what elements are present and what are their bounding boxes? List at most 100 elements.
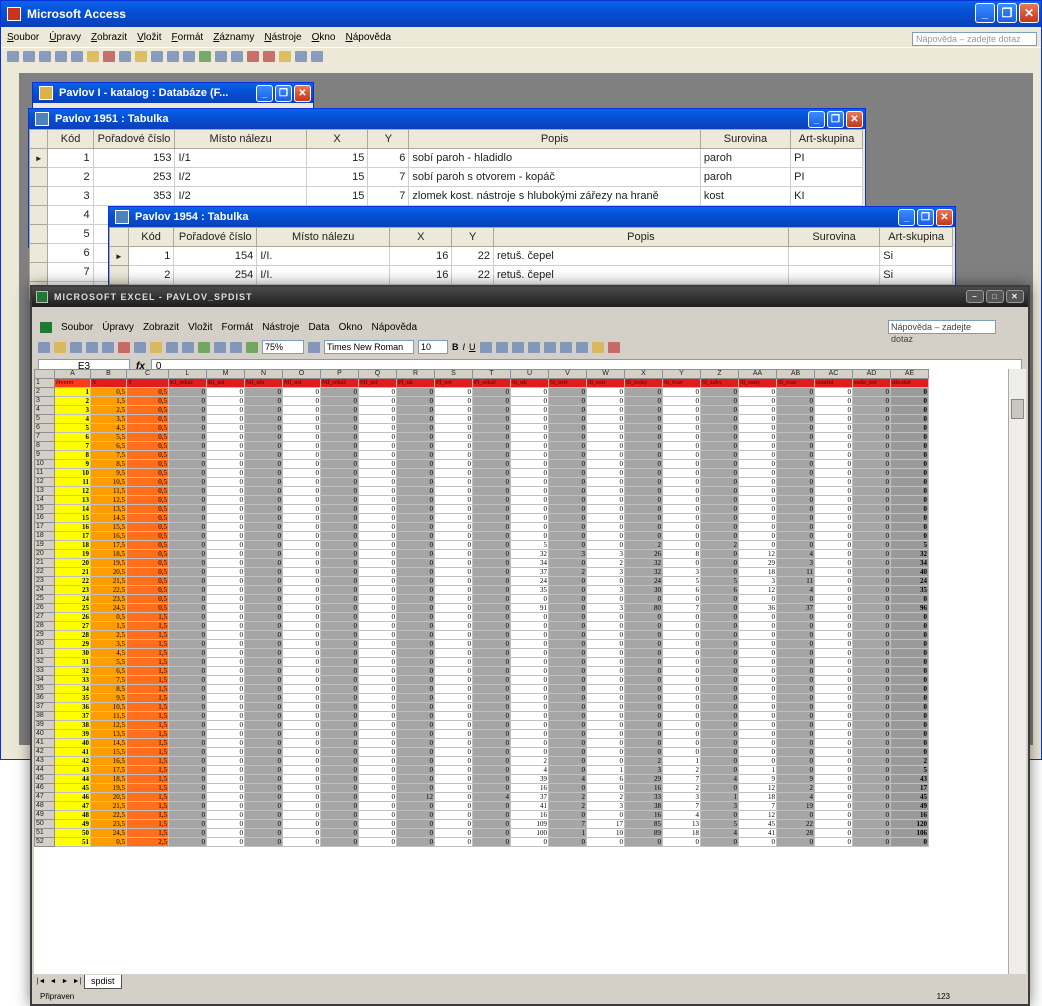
cell[interactable]: 0 xyxy=(510,684,549,694)
cell[interactable]: 0 xyxy=(624,441,663,451)
cell[interactable]: 0 xyxy=(624,711,663,721)
table-cell[interactable]: Si xyxy=(879,265,953,285)
cell[interactable]: 0 xyxy=(472,783,511,793)
cell[interactable]: 0 xyxy=(510,432,549,442)
cell[interactable]: 0 xyxy=(852,837,891,847)
sheet-row[interactable]: 24 23 22,5 0,5 0 0 0 0 0 0 0 0 0 35 0 3 30 6 6 12 4 0 0 35 xyxy=(34,585,929,595)
cell[interactable]: 0,5 xyxy=(126,432,169,442)
cell[interactable]: 0 xyxy=(586,432,625,442)
cell[interactable]: 11,5 xyxy=(90,486,127,496)
cell[interactable]: 0 xyxy=(586,459,625,469)
column-letter[interactable]: T xyxy=(472,369,511,379)
table-cell[interactable]: PI xyxy=(790,148,863,168)
row-number[interactable]: 24 xyxy=(34,585,55,595)
cell[interactable]: 1 xyxy=(548,828,587,838)
cell[interactable]: 0 xyxy=(852,693,891,703)
cell[interactable]: 0 xyxy=(244,648,283,658)
cell[interactable]: 0 xyxy=(738,693,777,703)
cell[interactable]: 0 xyxy=(472,765,511,775)
cell[interactable]: 0 xyxy=(358,459,397,469)
cell[interactable]: 0 xyxy=(776,756,815,766)
cell[interactable]: 0 xyxy=(282,540,321,550)
cell[interactable]: 12 xyxy=(738,810,777,820)
cell[interactable]: 0 xyxy=(434,738,473,748)
cell[interactable]: 35 xyxy=(54,693,91,703)
cell[interactable]: 0 xyxy=(206,477,245,487)
cell[interactable]: 0 xyxy=(282,477,321,487)
cell[interactable]: 20,5 xyxy=(90,567,127,577)
cell[interactable]: 15,5 xyxy=(90,522,127,532)
cell[interactable]: 27 xyxy=(54,621,91,631)
cell[interactable]: 0 xyxy=(206,522,245,532)
table-cell[interactable]: 7 xyxy=(47,262,94,282)
cell[interactable]: 0 xyxy=(434,747,473,757)
cell[interactable]: 0 xyxy=(434,558,473,568)
cell[interactable]: 0 xyxy=(890,459,929,469)
header-cell[interactable]: Si_suny xyxy=(738,378,777,388)
copy-icon[interactable] xyxy=(134,341,146,353)
cell[interactable]: 0 xyxy=(358,486,397,496)
cell[interactable]: 0 xyxy=(396,522,435,532)
cell[interactable]: 0 xyxy=(168,612,207,622)
cell[interactable]: 2 xyxy=(700,540,739,550)
cell[interactable]: 0 xyxy=(282,441,321,451)
cell[interactable]: 0 xyxy=(776,702,815,712)
cell[interactable]: 0 xyxy=(548,414,587,424)
cell[interactable]: 0 xyxy=(548,459,587,469)
cell[interactable]: 1,5 xyxy=(126,648,169,658)
row-number[interactable]: 42 xyxy=(34,747,55,757)
cell[interactable]: 0 xyxy=(320,675,359,685)
save-icon[interactable] xyxy=(23,51,35,62)
cell[interactable]: 0 xyxy=(852,531,891,541)
cell[interactable]: 0 xyxy=(434,513,473,523)
cell[interactable]: 0 xyxy=(206,738,245,748)
cell[interactable]: 0 xyxy=(396,405,435,415)
cell[interactable]: 106 xyxy=(890,828,929,838)
zoom-select[interactable]: 75% xyxy=(262,340,304,354)
cell[interactable]: 0 xyxy=(206,720,245,730)
cell[interactable]: 0 xyxy=(890,486,929,496)
table-cell[interactable]: paroh xyxy=(699,167,792,187)
minimize-button[interactable]: _ xyxy=(256,85,273,102)
cell[interactable]: 0 xyxy=(700,657,739,667)
cell[interactable]: 40 xyxy=(890,567,929,577)
cell[interactable]: 0 xyxy=(586,657,625,667)
cell[interactable]: 0 xyxy=(814,828,853,838)
cell[interactable]: 0 xyxy=(776,468,815,478)
cell[interactable]: 0 xyxy=(206,774,245,784)
cell[interactable]: 22 xyxy=(54,576,91,586)
cell[interactable]: 0 xyxy=(890,396,929,406)
cell[interactable]: 0 xyxy=(662,612,701,622)
cell[interactable]: 5 xyxy=(510,540,549,550)
cell[interactable]: 0 xyxy=(510,720,549,730)
cell[interactable]: 0 xyxy=(396,801,435,811)
cell[interactable]: 0 xyxy=(472,612,511,622)
cell[interactable]: 0 xyxy=(890,711,929,721)
cell[interactable]: 0 xyxy=(244,819,283,829)
cell[interactable]: 0 xyxy=(396,432,435,442)
align-center-icon[interactable] xyxy=(495,341,508,353)
cell[interactable]: 0 xyxy=(776,441,815,451)
cell[interactable]: 0 xyxy=(662,558,701,568)
cell[interactable]: 0 xyxy=(396,540,435,550)
cell[interactable]: 0 xyxy=(548,522,587,532)
scroll-thumb[interactable] xyxy=(1011,399,1024,419)
cell[interactable]: 0 xyxy=(434,459,473,469)
cell[interactable]: 0 xyxy=(700,432,739,442)
cell[interactable]: 49 xyxy=(54,819,91,829)
cell[interactable]: 23,5 xyxy=(90,819,127,829)
cell[interactable]: 0 xyxy=(624,648,663,658)
cell[interactable]: 0 xyxy=(168,657,207,667)
cell[interactable]: 0 xyxy=(206,603,245,613)
cell[interactable]: 0 xyxy=(776,675,815,685)
cell[interactable]: 0 xyxy=(434,603,473,613)
cell[interactable]: 0 xyxy=(890,441,929,451)
cell[interactable]: 0 xyxy=(244,513,283,523)
column-header[interactable]: X xyxy=(389,227,453,247)
cell[interactable]: 0 xyxy=(548,540,587,550)
cell[interactable]: 80 xyxy=(624,603,663,613)
sheet-row[interactable]: 9 8 7,5 0,5 0 0 0 0 0 0 0 0 0 0 0 0 0 0 0 0 0 0 0 0 xyxy=(34,450,929,460)
cell[interactable]: 39 xyxy=(54,729,91,739)
table-cell[interactable]: I/1 xyxy=(174,148,307,168)
cell[interactable]: 0 xyxy=(548,603,587,613)
